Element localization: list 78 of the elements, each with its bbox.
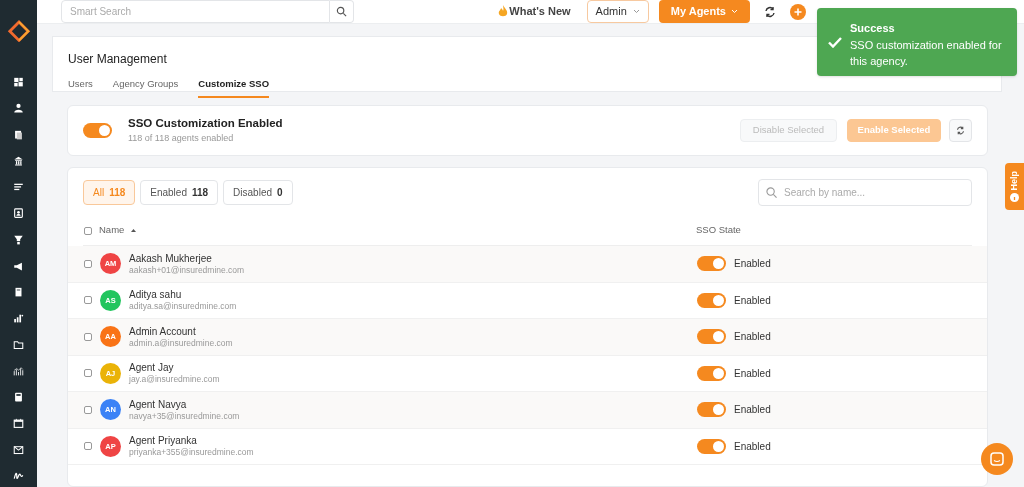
checkmark-icon bbox=[828, 37, 842, 48]
tab[interactable]: Users bbox=[68, 77, 93, 99]
role-select[interactable]: Admin bbox=[586, 0, 649, 23]
refresh-icon[interactable] bbox=[764, 5, 776, 18]
agent-email: priyanka+355@insuredmine.com bbox=[129, 447, 254, 459]
row-checkbox[interactable] bbox=[84, 259, 92, 268]
bank-icon[interactable] bbox=[13, 155, 24, 167]
toggle-switch[interactable] bbox=[697, 402, 726, 418]
smart-search-field[interactable]: Smart Search bbox=[61, 0, 330, 23]
tab[interactable]: Customize SSO bbox=[198, 77, 270, 99]
logo-icon[interactable] bbox=[6, 20, 31, 43]
chevron-down-icon bbox=[632, 9, 640, 14]
signature-icon[interactable] bbox=[13, 470, 24, 481]
row-checkbox[interactable] bbox=[84, 369, 92, 378]
state-label: Enabled bbox=[734, 330, 771, 345]
whats-new-link[interactable]: What's New bbox=[509, 3, 571, 20]
info-icon bbox=[1010, 192, 1019, 202]
mail-icon[interactable] bbox=[13, 444, 24, 455]
state-label: Enabled bbox=[734, 257, 771, 272]
bar-chart-icon[interactable] bbox=[13, 313, 24, 324]
toggle-switch[interactable] bbox=[697, 292, 726, 308]
row-checkbox[interactable] bbox=[84, 442, 92, 451]
contact-card-icon[interactable] bbox=[13, 208, 24, 219]
state-label: Enabled bbox=[734, 403, 771, 418]
agent-email: jay.a@insuredmine.com bbox=[129, 374, 220, 386]
contacts-icon[interactable] bbox=[13, 103, 24, 114]
agent-email: aakash+01@insuredmine.com bbox=[129, 264, 245, 276]
toggle-switch[interactable] bbox=[697, 365, 726, 381]
row-checkbox[interactable] bbox=[84, 405, 92, 414]
chart-icon[interactable] bbox=[13, 365, 24, 377]
agent-name: Agent Jay bbox=[129, 361, 175, 375]
refresh-button[interactable] bbox=[949, 119, 972, 142]
file-icon[interactable] bbox=[13, 287, 24, 298]
toggle-switch[interactable] bbox=[697, 438, 726, 454]
column-header: SSO State bbox=[696, 223, 741, 238]
filter-tab[interactable]: Disabled 0 bbox=[223, 179, 293, 205]
search-button[interactable] bbox=[330, 0, 354, 23]
row-checkbox[interactable] bbox=[84, 332, 92, 341]
row-checkbox[interactable] bbox=[84, 296, 92, 305]
page-title: User Management bbox=[68, 51, 167, 68]
chevron-down-icon bbox=[731, 9, 738, 14]
agent-email: aditya.sa@insuredmine.com bbox=[129, 301, 237, 313]
agent-name: Admin Account bbox=[129, 324, 197, 338]
megaphone-icon[interactable] bbox=[13, 260, 24, 272]
toggle-switch[interactable] bbox=[697, 329, 726, 345]
funnel-icon[interactable] bbox=[13, 234, 24, 245]
refresh-icon bbox=[956, 126, 965, 135]
agent-email: navya+35@insuredmine.com bbox=[129, 410, 240, 422]
calendar-icon[interactable] bbox=[13, 418, 24, 429]
toggle-switch[interactable] bbox=[83, 123, 112, 138]
state-label: Enabled bbox=[734, 293, 771, 308]
list-icon[interactable] bbox=[13, 182, 24, 193]
name-search-field[interactable]: Search by name... bbox=[758, 178, 972, 206]
dashboard-icon[interactable] bbox=[13, 77, 24, 88]
toast-message: SSO customization enabled for this agency. bbox=[850, 37, 1003, 69]
documents-icon[interactable] bbox=[13, 129, 24, 140]
sort-up-icon[interactable] bbox=[131, 229, 137, 232]
flame-icon bbox=[498, 5, 509, 18]
toggle-switch[interactable] bbox=[697, 256, 726, 272]
agent-name: Agent Priyanka bbox=[129, 434, 198, 448]
state-label: Enabled bbox=[734, 366, 771, 381]
toast-title: Success bbox=[850, 21, 896, 36]
agent-email: admin.a@insuredmine.com bbox=[129, 337, 233, 349]
chat-icon bbox=[990, 452, 1004, 466]
calculator-icon[interactable] bbox=[13, 392, 24, 403]
sso-title: SSO Customization Enabled bbox=[128, 116, 283, 132]
folder-icon[interactable] bbox=[13, 339, 24, 350]
state-label: Enabled bbox=[734, 439, 771, 454]
agent-name: Aditya sahu bbox=[129, 288, 183, 302]
search-icon bbox=[336, 6, 347, 17]
agent-name: Aakash Mukherjee bbox=[129, 251, 213, 265]
search-icon bbox=[766, 186, 777, 198]
select-all-checkbox[interactable] bbox=[84, 226, 92, 235]
tab[interactable]: Agency Groups bbox=[112, 77, 179, 99]
column-header[interactable]: Name bbox=[99, 223, 125, 238]
filter-tab[interactable]: Enabled 118 bbox=[140, 179, 219, 205]
sso-subtitle: 118 of 118 agents enabled bbox=[128, 132, 235, 146]
agent-name: Agent Navya bbox=[129, 397, 188, 411]
